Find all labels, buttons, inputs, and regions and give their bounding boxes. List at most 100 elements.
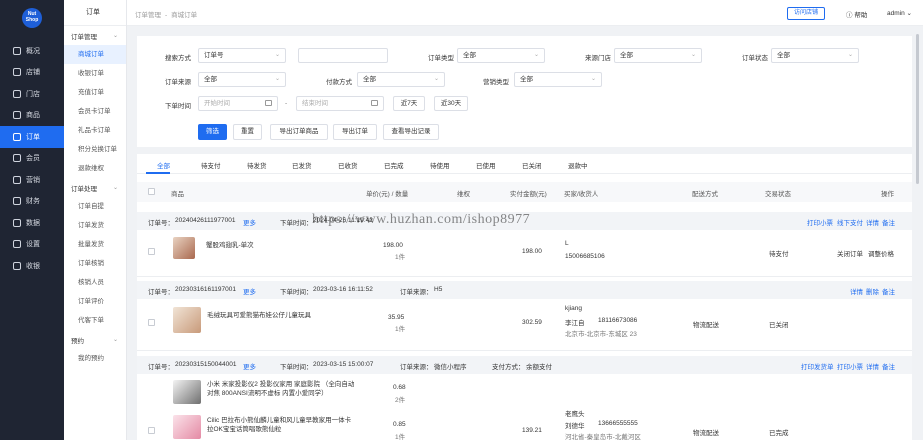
- submenu-item-points-orders[interactable]: 积分兑换订单: [64, 140, 126, 159]
- submenu-item-cashier-orders[interactable]: 收银订单: [64, 64, 126, 83]
- goods-thumbnail[interactable]: [173, 415, 201, 439]
- goods-name[interactable]: 小米 米家投影仪2 投影仪家用 家庭影院 （全向自动对焦 800ANSI流明不虚…: [207, 380, 355, 398]
- tab-refunding[interactable]: 退款中: [568, 160, 588, 170]
- submenu-item-ship[interactable]: 订单发货: [64, 216, 126, 235]
- tab-to-use[interactable]: 待使用: [430, 160, 450, 170]
- goods-thumbnail[interactable]: [173, 237, 195, 259]
- submenu-item-my-reservations[interactable]: 我的预约: [64, 349, 126, 368]
- last-7-days-button[interactable]: 近7天: [393, 96, 425, 111]
- nav-item-goods[interactable]: 商品: [0, 105, 64, 127]
- order-paid: 198.00: [522, 248, 542, 255]
- print-receipt-link[interactable]: 打印小票: [837, 361, 863, 371]
- submenu-item-refunds[interactable]: 退款维权: [64, 159, 126, 178]
- export-order-button[interactable]: 导出订单: [333, 124, 377, 140]
- tab-closed[interactable]: 已关闭: [522, 160, 542, 170]
- submenu-item-verify-staff[interactable]: 核销人员: [64, 273, 126, 292]
- tab-received[interactable]: 已收货: [338, 160, 358, 170]
- close-order-link[interactable]: 关闭订单: [837, 248, 863, 258]
- submenu-item-proxy-order[interactable]: 代客下单: [64, 311, 126, 330]
- detail-link[interactable]: 详情: [866, 217, 879, 227]
- end-time-input[interactable]: 结束时间: [296, 96, 384, 111]
- tab-pending-pay[interactable]: 待支付: [201, 160, 221, 170]
- remark-link[interactable]: 备注: [882, 286, 895, 296]
- submenu-item-reviews[interactable]: 订单评价: [64, 292, 126, 311]
- remark-link[interactable]: 备注: [882, 361, 895, 371]
- nav-item-store[interactable]: 店铺: [0, 62, 64, 84]
- nav-item-overview[interactable]: 概况: [0, 40, 64, 62]
- reset-button[interactable]: 重置: [233, 124, 262, 140]
- order-more-link[interactable]: 更多: [243, 217, 256, 227]
- brand-logo[interactable]: Nut Shop: [22, 8, 42, 28]
- order-checkbox[interactable]: [148, 248, 155, 255]
- order-status-select[interactable]: 全部 ⌄: [771, 48, 859, 63]
- order-source-label: 订单来源：: [400, 289, 433, 296]
- marketing-type-select[interactable]: 全部 ⌄: [514, 72, 602, 87]
- page-scrollbar-thumb[interactable]: [916, 34, 919, 184]
- nav-item-cashier[interactable]: 收银: [0, 255, 64, 277]
- submenu-item-pickup[interactable]: 订单自提: [64, 197, 126, 216]
- order-checkbox[interactable]: [148, 427, 155, 434]
- export-order-goods-button[interactable]: 导出订单商品: [270, 124, 328, 140]
- submenu-item-giftcard-orders[interactable]: 礼品卡订单: [64, 121, 126, 140]
- submenu-item-membercard-orders[interactable]: 会员卡订单: [64, 102, 126, 121]
- nav-item-branch[interactable]: 门店: [0, 83, 64, 105]
- remark-link[interactable]: 备注: [882, 217, 895, 227]
- nav-item-marketing[interactable]: 营销: [0, 169, 64, 191]
- order-checkbox[interactable]: [148, 319, 155, 326]
- submenu-item-batch-ship[interactable]: 批量发货: [64, 235, 126, 254]
- tab-used[interactable]: 已使用: [476, 160, 496, 170]
- tab-pending-ship[interactable]: 待发货: [247, 160, 267, 170]
- order-more-link[interactable]: 更多: [243, 286, 256, 296]
- start-time-input[interactable]: 开始时间: [198, 96, 278, 111]
- submenu-group-order-manage[interactable]: 订单管理 ⌄: [64, 26, 126, 45]
- tab-completed[interactable]: 已完成: [384, 160, 404, 170]
- search-input[interactable]: [298, 48, 388, 63]
- col-after-sale: 维权: [457, 191, 470, 198]
- nav-item-orders[interactable]: 订单: [0, 126, 64, 148]
- help-link[interactable]: ⓘ 帮助: [846, 9, 867, 19]
- submenu-item-verify[interactable]: 订单核销: [64, 254, 126, 273]
- nav-item-member[interactable]: 会员: [0, 148, 64, 170]
- goods-name[interactable]: 毛绒玩具可爱熊猫布娃公仔儿童玩具: [207, 309, 311, 319]
- last-30-days-button[interactable]: 近30天: [434, 96, 468, 111]
- submenu-group-order-process[interactable]: 订单处理 ⌄: [64, 178, 126, 197]
- crumb-order-manage[interactable]: 订单管理: [135, 12, 161, 19]
- submenu-item-recharge-orders[interactable]: 充值订单: [64, 83, 126, 102]
- adjust-price-link[interactable]: 调整价格: [868, 248, 894, 258]
- delete-link[interactable]: 删除: [866, 286, 879, 296]
- order-no-label: 订单号：: [148, 364, 174, 371]
- order-source-select[interactable]: 全部 ⌄: [198, 72, 286, 87]
- tab-shipped[interactable]: 已发货: [292, 160, 312, 170]
- visit-store-button[interactable]: 访问店铺: [787, 7, 825, 20]
- goods-thumbnail[interactable]: [173, 380, 201, 404]
- tab-all[interactable]: 全部: [157, 160, 170, 170]
- detail-link[interactable]: 详情: [850, 286, 863, 296]
- admin-menu[interactable]: admin ⌄: [887, 9, 912, 17]
- detail-link[interactable]: 详情: [866, 361, 879, 371]
- nav-item-finance[interactable]: 财务: [0, 191, 64, 213]
- nav-item-data[interactable]: 数据: [0, 212, 64, 234]
- order-more-link[interactable]: 更多: [243, 361, 256, 371]
- submenu-item-mall-orders[interactable]: 商城订单: [64, 45, 126, 64]
- search-mode-select[interactable]: 订单号 ⌄: [198, 48, 286, 63]
- nav-item-settings[interactable]: 设置: [0, 234, 64, 256]
- goods-name[interactable]: Cilic 巴拉布小熊仙麟儿童和风儿童早教家用一体卡拉OK宝宝话筒唱歌熊仙粒: [207, 416, 355, 434]
- select-all-checkbox[interactable]: [148, 188, 155, 195]
- source-store-select[interactable]: 全部 ⌄: [614, 48, 702, 63]
- buyer-name[interactable]: 老鹰头: [565, 408, 585, 418]
- goods-name[interactable]: 蟹股鸡翅乳-单次: [206, 239, 254, 249]
- print-receipt-link[interactable]: 打印小票: [807, 217, 833, 227]
- order-type-select[interactable]: 全部 ⌄: [457, 48, 545, 63]
- offline-pay-link[interactable]: 线下支付: [837, 217, 863, 227]
- pay-method-select[interactable]: 全部 ⌄: [357, 72, 445, 87]
- submenu-group-reservation[interactable]: 预约 ⌄: [64, 330, 126, 349]
- print-shipping-link[interactable]: 打印发货单: [801, 361, 834, 371]
- goods-thumbnail[interactable]: [173, 307, 201, 333]
- watermark-text: https://www.huzhan.com/ishop8977: [312, 212, 531, 227]
- status-tabs: 全部 待支付 待发货 已发货 已收货 已完成 待使用 已使用 已关闭 退款中: [137, 154, 912, 174]
- filter-button[interactable]: 筛选: [198, 124, 227, 140]
- goods-price: 35.95: [388, 314, 405, 321]
- buyer-name[interactable]: kjiang: [565, 305, 582, 312]
- view-export-records-button[interactable]: 查看导出记录: [383, 124, 439, 140]
- row-divider: [137, 350, 912, 351]
